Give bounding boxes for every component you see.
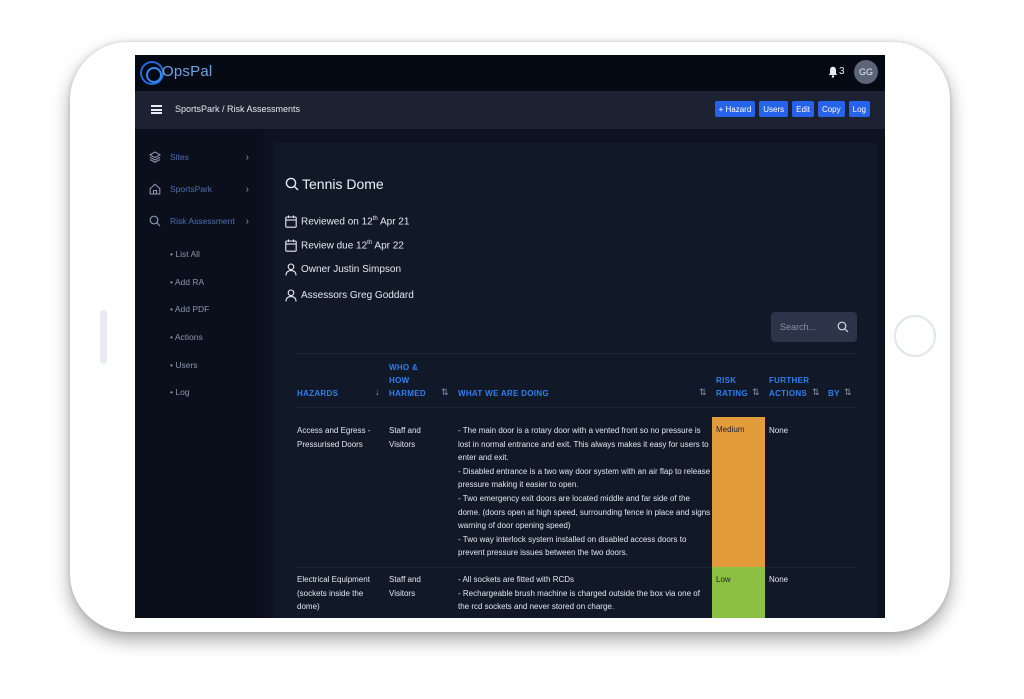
- tablet-home-button: [894, 315, 936, 357]
- cell-further: None: [769, 575, 789, 584]
- chevron-right-icon: ›: [245, 183, 249, 195]
- owner: Owner Justin Simpson: [285, 263, 401, 276]
- chevron-right-icon: ›: [245, 151, 249, 163]
- cell-who: Staff and Visitors: [389, 575, 421, 598]
- sort-icon[interactable]: ⇅: [752, 387, 760, 398]
- sort-icon[interactable]: ⇅: [441, 387, 449, 398]
- edit-button[interactable]: Edit: [792, 101, 814, 117]
- cell-what: - The main door is a rotary door with a …: [458, 426, 711, 558]
- column-header-who[interactable]: WHO & HOW HARMED: [389, 361, 426, 400]
- page-title: Tennis Dome: [302, 176, 384, 192]
- reviewed-month: Apr 21: [377, 216, 410, 228]
- search-icon: [285, 177, 299, 191]
- sidebar-subitem-log[interactable]: Log: [170, 387, 189, 397]
- risk-rating-low: Low: [712, 567, 765, 618]
- menu-icon[interactable]: [151, 105, 162, 114]
- cell-what: - All sockets are fitted with RCDs - Rec…: [458, 575, 700, 612]
- search-input[interactable]: Search...: [780, 322, 816, 332]
- sidebar-item-label: Risk Assessment: [170, 216, 235, 226]
- calendar-icon: [285, 239, 297, 252]
- sidebar: Sites › SportsPark › Risk Assessment › L…: [135, 129, 263, 618]
- home-icon: [149, 183, 161, 195]
- cell-hazard: Electrical Equipment (sockets inside the…: [297, 575, 370, 612]
- user-avatar[interactable]: GG: [854, 60, 878, 84]
- sidebar-item-sites[interactable]: Sites ›: [149, 151, 249, 163]
- header-divider: [296, 407, 858, 408]
- breadcrumb: SportsPark / Risk Assessments: [175, 104, 301, 114]
- bell-icon[interactable]: [828, 66, 838, 78]
- sidebar-subitem-add-pdf[interactable]: Add PDF: [170, 304, 210, 314]
- search-icon[interactable]: [837, 321, 849, 333]
- risk-rating-medium: Medium: [712, 417, 765, 567]
- search-box[interactable]: Search...: [771, 312, 857, 342]
- logo-icon: [140, 61, 164, 85]
- calendar-icon: [285, 215, 297, 228]
- sub-header: SportsPark / Risk Assessments + Hazard U…: [135, 91, 885, 129]
- sort-down-icon[interactable]: ↓: [375, 387, 380, 397]
- sidebar-subitem-list-all[interactable]: List All: [170, 249, 200, 259]
- sidebar-subitem-actions[interactable]: Actions: [170, 332, 203, 342]
- column-header-what[interactable]: WHAT WE ARE DOING: [458, 387, 549, 400]
- tablet-side-button: [100, 310, 107, 364]
- sidebar-item-sportspark[interactable]: SportsPark ›: [149, 183, 249, 195]
- row-divider: [296, 567, 858, 568]
- layers-icon: [149, 151, 161, 163]
- log-button[interactable]: Log: [848, 101, 870, 117]
- top-bar: OpsPal 3 GG: [135, 55, 885, 91]
- owner-text: Owner Justin Simpson: [301, 264, 402, 275]
- cell-who: Staff and Visitors: [389, 426, 421, 449]
- reviewed-date: Reviewed on 12th Apr 21: [285, 215, 409, 228]
- sort-icon[interactable]: ⇅: [699, 387, 707, 398]
- due-month: Apr 22: [372, 240, 404, 252]
- assessors-text: Assessors Greg Goddard: [301, 290, 414, 301]
- risk-rating-text: Low: [716, 575, 731, 584]
- cell-hazard: Access and Egress - Pressurised Doors: [297, 426, 371, 449]
- cell-further: None: [769, 426, 789, 435]
- review-due-date: Review due 12th Apr 22: [285, 239, 404, 252]
- table-top-divider: [296, 353, 858, 354]
- risk-rating-text: Medium: [716, 425, 745, 434]
- column-header-further[interactable]: FURTHER ACTIONS: [769, 374, 809, 400]
- column-header-hazards[interactable]: HAZARDS: [297, 387, 338, 400]
- sidebar-subitem-add-ra[interactable]: Add RA: [170, 277, 204, 287]
- add-hazard-button[interactable]: + Hazard: [714, 101, 756, 117]
- sort-icon[interactable]: ⇅: [844, 387, 852, 398]
- sidebar-subitem-users[interactable]: Users: [170, 360, 197, 370]
- search-icon: [149, 215, 161, 227]
- sidebar-item-risk-assessment[interactable]: Risk Assessment ›: [149, 215, 249, 227]
- sidebar-item-label: Sites: [170, 152, 189, 162]
- chevron-right-icon: ›: [245, 215, 249, 227]
- sort-icon[interactable]: ⇅: [812, 387, 820, 398]
- main-content: Tennis Dome Reviewed on 12th Apr 21 Revi…: [273, 143, 877, 618]
- copy-button[interactable]: Copy: [817, 101, 845, 117]
- user-icon: [285, 289, 297, 302]
- notification-count: 3: [839, 66, 845, 77]
- assessors: Assessors Greg Goddard: [285, 289, 414, 302]
- sidebar-item-label: SportsPark: [170, 184, 213, 194]
- column-header-risk[interactable]: RISK RATING: [716, 374, 748, 400]
- user-icon: [285, 263, 297, 276]
- column-header-by[interactable]: BY: [828, 387, 840, 400]
- app-screen: OpsPal 3 GG SportsPark / Risk Assessment…: [135, 55, 885, 618]
- due-prefix: Review due 12: [301, 240, 368, 252]
- action-buttons: + Hazard Users Edit Copy Log: [714, 101, 870, 117]
- users-button[interactable]: Users: [759, 101, 789, 117]
- app-logo[interactable]: OpsPal: [162, 63, 212, 80]
- reviewed-prefix: Reviewed on 12: [301, 216, 373, 228]
